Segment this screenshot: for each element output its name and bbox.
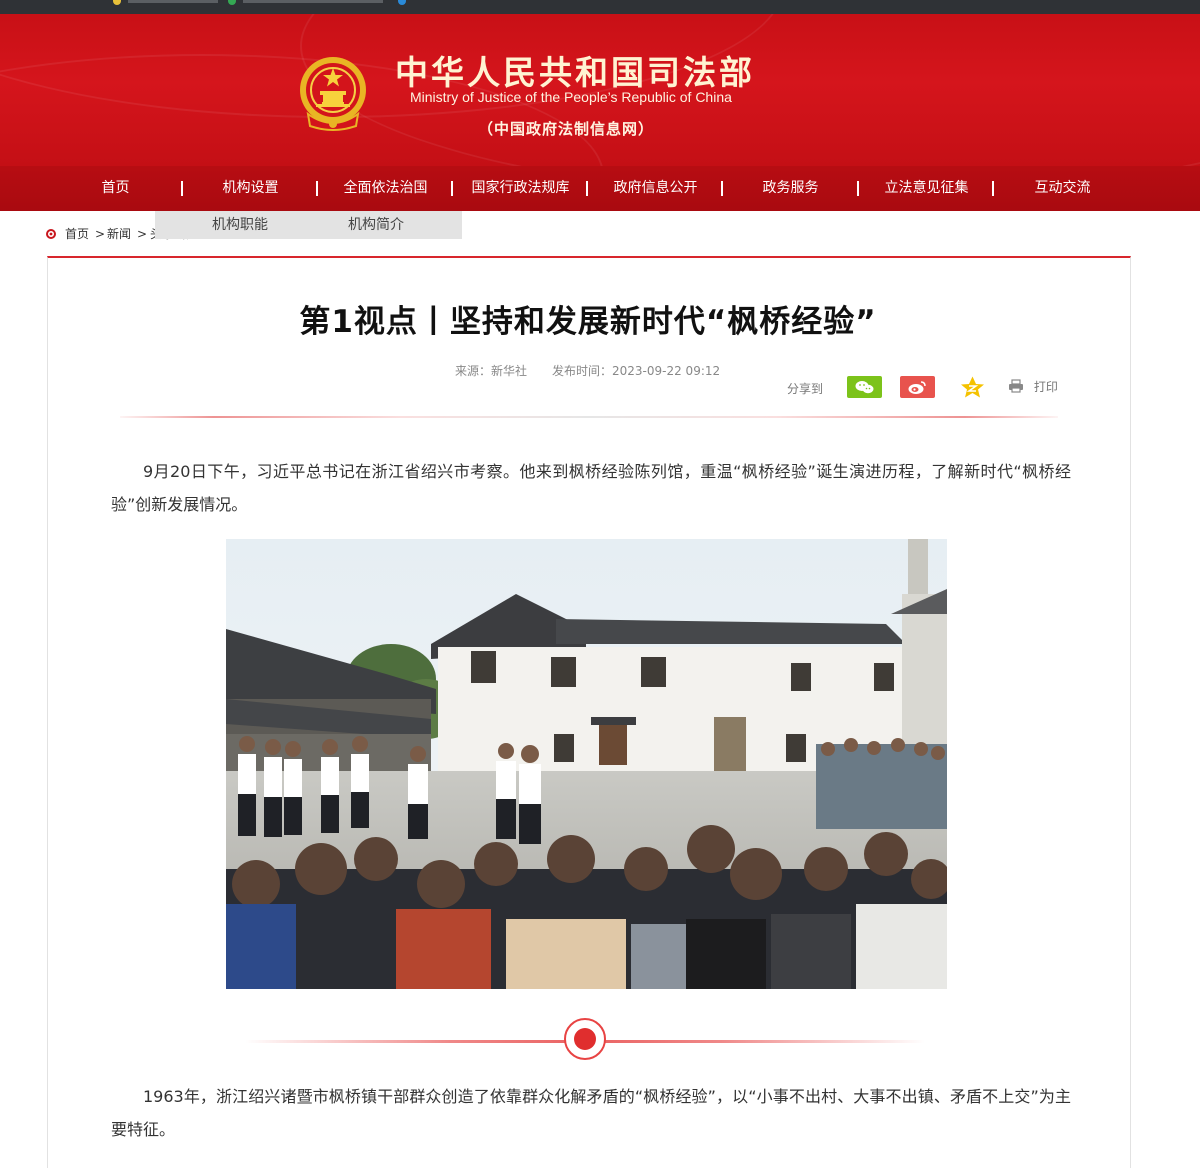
location-icon (46, 229, 56, 239)
nav-item-interaction[interactable]: 互动交流 (995, 166, 1130, 211)
article-photo (226, 539, 947, 989)
wechat-icon (855, 381, 874, 394)
share-qzone-button[interactable] (955, 376, 990, 398)
breadcrumb-separator: > (137, 227, 148, 241)
national-emblem-icon[interactable] (298, 56, 368, 132)
site-name-en: Ministry of Justice of the People’s Repu… (410, 89, 732, 105)
nav-item-legislative-comments[interactable]: 立法意见征集 (859, 166, 994, 211)
main-nav: 首页 机构设置 全面依法治国 国家行政法规库 政府信息公开 政务服务 立法意见征… (0, 166, 1200, 211)
dropdown-item-introduction[interactable]: 机构简介 (311, 211, 441, 239)
nav-separator (992, 181, 994, 196)
tab-favicon (398, 0, 406, 5)
article-publish-time: 发布时间：2023-09-22 09:12 (552, 364, 721, 378)
print-label: 打印 (1033, 380, 1058, 394)
weibo-icon (908, 381, 926, 394)
tab-strip-line (243, 0, 383, 3)
nav-item-home[interactable]: 首页 (48, 166, 183, 211)
share-label: 分享到 (787, 382, 824, 396)
article-source: 来源：新华社 (455, 364, 528, 378)
browser-tab-strip (0, 0, 1200, 14)
breadcrumb-home[interactable]: 首页 (65, 226, 89, 242)
nav-item-services[interactable]: 政务服务 (723, 166, 858, 211)
share-wechat-button[interactable] (847, 376, 882, 398)
share-weibo-button[interactable] (900, 376, 935, 398)
tab-favicon (113, 0, 121, 5)
breadcrumb-news[interactable]: 新闻 (107, 226, 131, 242)
nav-item-organization[interactable]: 机构设置 (183, 166, 318, 211)
site-header: 中华人民共和国司法部 Ministry of Justice of the Pe… (0, 14, 1200, 166)
site-subtitle: （中国政府法制信息网） (478, 120, 655, 138)
article-paragraph-2: 1963年，浙江绍兴诸暨市枫桥镇干部群众创造了依靠群众化解矛盾的“枫桥经验”，以… (111, 1087, 1071, 1139)
tab-strip-line (128, 0, 218, 3)
breadcrumb-separator: > (95, 227, 106, 241)
article-title: 第1视点丨坚持和发展新时代“枫桥经验” (299, 304, 877, 340)
section-divider-center (574, 1028, 596, 1050)
photo-scene (226, 539, 947, 989)
dropdown-item-functions[interactable]: 机构职能 (175, 211, 305, 239)
nav-item-regulations-library[interactable]: 国家行政法规库 (453, 166, 588, 211)
title-divider (120, 416, 1058, 418)
print-button[interactable]: 打印 (1008, 378, 1058, 396)
article-paragraph-1: 9月20日下午，习近平总书记在浙江省绍兴市考察。他来到枫桥经验陈列馆，重温“枫桥… (111, 462, 1071, 514)
qzone-icon (961, 376, 984, 398)
nav-item-rule-of-law[interactable]: 全面依法治国 (318, 166, 453, 211)
nav-dropdown-organization: 机构职能 机构简介 (155, 211, 462, 239)
site-name-cn: 中华人民共和国司法部 (395, 53, 755, 92)
printer-icon (1009, 379, 1023, 393)
tab-favicon (228, 0, 236, 5)
section-divider-dot (564, 1018, 606, 1060)
nav-item-info-disclosure[interactable]: 政府信息公开 (588, 166, 723, 211)
